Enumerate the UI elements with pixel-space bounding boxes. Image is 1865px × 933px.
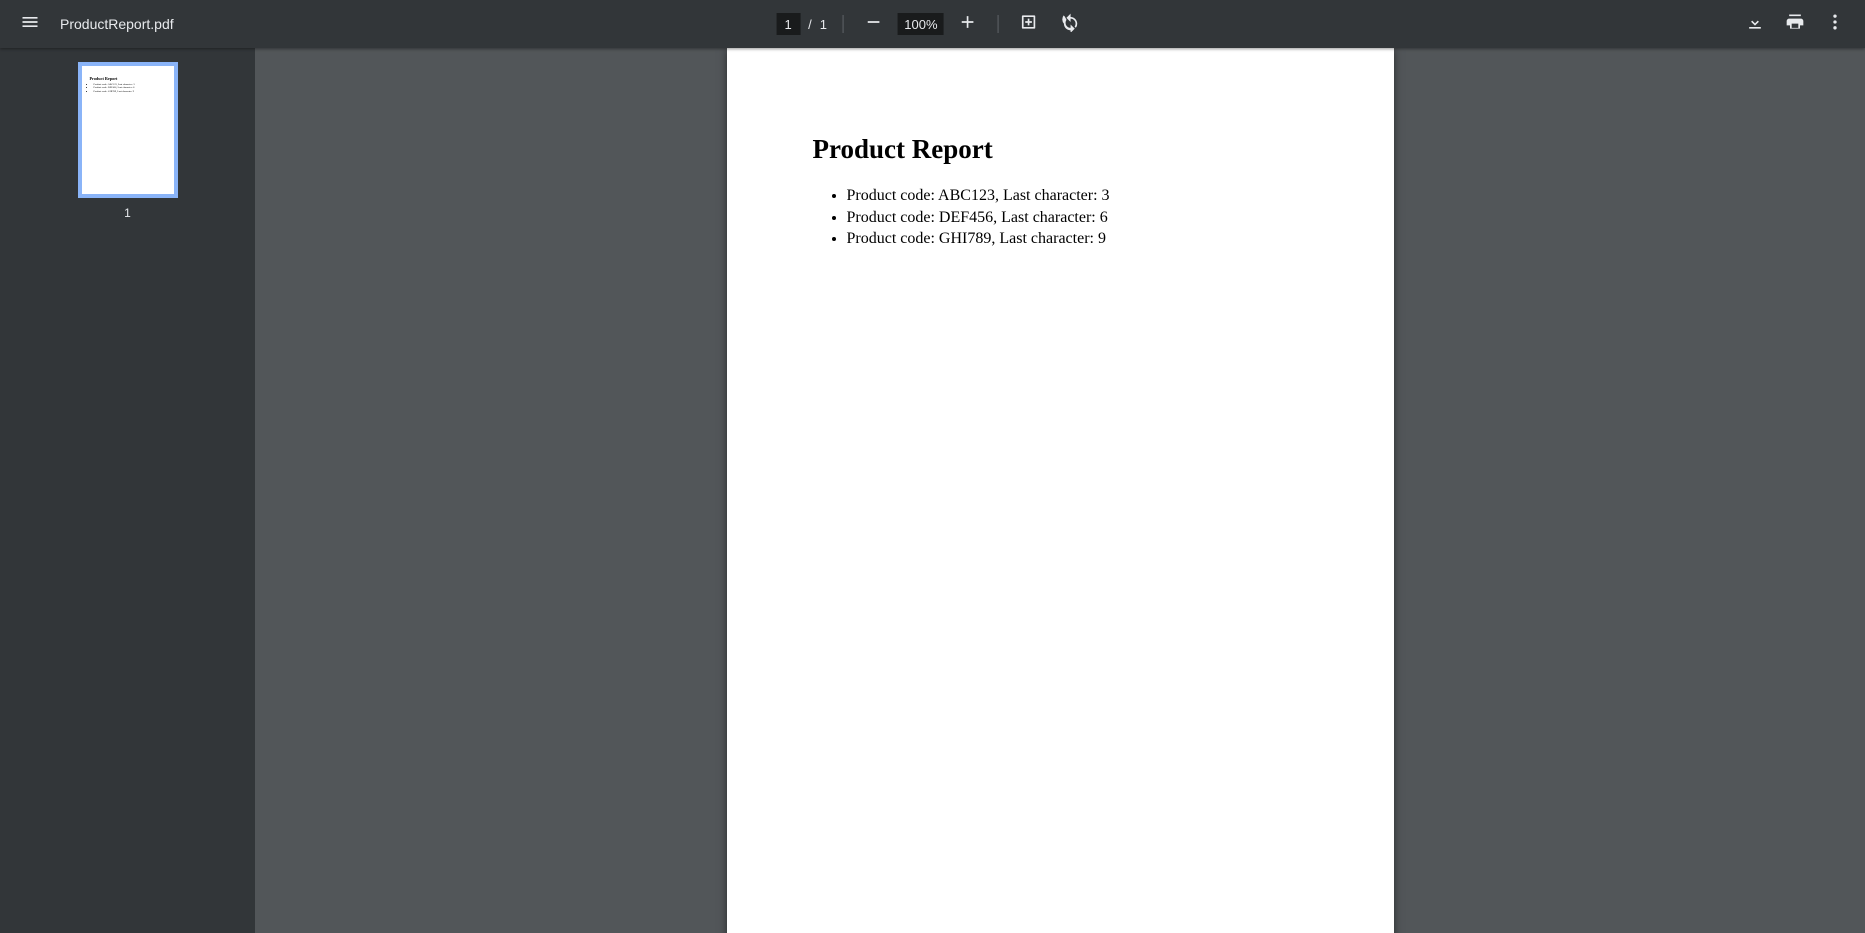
pdf-toolbar: ProductReport.pdf / 1 <box>0 0 1865 48</box>
download-icon <box>1745 12 1765 37</box>
toolbar-right <box>1737 6 1853 42</box>
menu-icon <box>20 12 40 37</box>
page-thumbnail[interactable]: Product Report Product code: ABC123, Las… <box>78 62 178 198</box>
rotate-button[interactable] <box>1053 6 1089 42</box>
page-total: 1 <box>820 17 831 32</box>
thumbnail-line: Product code: GHI789, Last character: 9 <box>94 90 166 93</box>
thumbnail-sidebar[interactable]: Product Report Product code: ABC123, Las… <box>0 48 255 933</box>
zoom-in-button[interactable] <box>950 6 986 42</box>
list-item: Product code: GHI789, Last character: 9 <box>847 228 1308 250</box>
download-button[interactable] <box>1737 6 1773 42</box>
divider <box>998 15 999 33</box>
document-list: Product code: ABC123, Last character: 3 … <box>813 185 1308 250</box>
fit-page-button[interactable] <box>1011 6 1047 42</box>
document-viewport[interactable]: Product Report Product code: ABC123, Las… <box>255 48 1865 933</box>
minus-icon <box>864 12 884 37</box>
more-actions-button[interactable] <box>1817 6 1853 42</box>
thumbnail-page-label: 1 <box>124 206 131 220</box>
document-title: Product Report <box>813 134 1308 165</box>
rotate-icon <box>1061 12 1081 37</box>
page-separator: / <box>806 17 814 32</box>
document-filename: ProductReport.pdf <box>60 16 174 32</box>
print-icon <box>1785 12 1805 37</box>
zoom-level-input[interactable] <box>898 13 944 35</box>
thumbnail-preview: Product Report Product code: ABC123, Las… <box>82 66 174 194</box>
thumbnail-title: Product Report <box>90 76 166 81</box>
more-vertical-icon <box>1825 12 1845 37</box>
page-number-input[interactable] <box>776 13 800 35</box>
list-item: Product code: ABC123, Last character: 3 <box>847 185 1308 207</box>
list-item: Product code: DEF456, Last character: 6 <box>847 207 1308 229</box>
divider <box>843 15 844 33</box>
plus-icon <box>958 12 978 37</box>
toolbar-center: / 1 <box>776 6 1089 42</box>
thumbnail-item[interactable]: Product Report Product code: ABC123, Las… <box>78 62 178 220</box>
print-button[interactable] <box>1777 6 1813 42</box>
zoom-out-button[interactable] <box>856 6 892 42</box>
fit-page-icon <box>1019 12 1039 37</box>
document-page: Product Report Product code: ABC123, Las… <box>727 48 1394 933</box>
viewer-body: Product Report Product code: ABC123, Las… <box>0 48 1865 933</box>
toolbar-left: ProductReport.pdf <box>12 6 174 42</box>
menu-button[interactable] <box>12 6 48 42</box>
